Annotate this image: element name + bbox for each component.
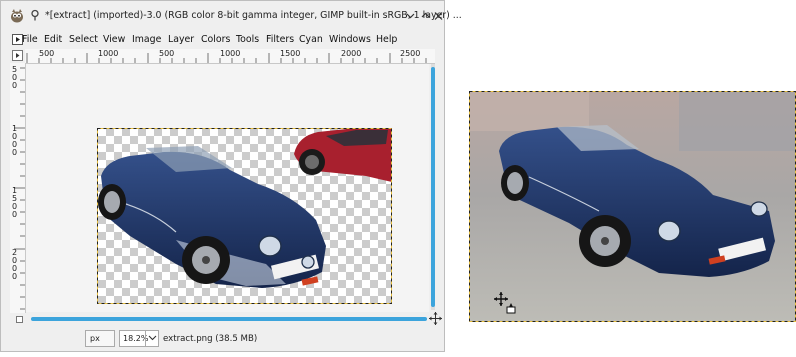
menu-image[interactable]: Image (132, 34, 161, 45)
menu-cyan[interactable]: Cyan (299, 34, 323, 45)
horizontal-scrollbar-thumb[interactable] (31, 317, 427, 321)
ruler-label: 0 (12, 81, 18, 90)
vertical-scrollbar-thumb[interactable] (431, 67, 435, 307)
menu-arrow-icon (16, 37, 20, 42)
menu-layer[interactable]: Layer (168, 34, 194, 45)
arrow-right-icon (16, 53, 20, 58)
title-bar[interactable]: *[extract] (imported)-3.0 (RGB color 8-b… (1, 1, 462, 31)
composite-preview-image (469, 91, 796, 322)
move-cursor-icon (494, 292, 516, 314)
ruler-label: 0 (12, 210, 18, 219)
menu-edit[interactable]: Edit (44, 34, 62, 45)
menu-filters[interactable]: Filters (266, 34, 294, 45)
window-title: *[extract] (imported)-3.0 (RGB color 8-b… (45, 10, 462, 21)
chevron-down-icon (148, 335, 157, 341)
horizontal-ruler[interactable]: 500 1000 500 1000 1500 2000 2500 (25, 49, 435, 64)
zoom-dropdown-button[interactable] (145, 330, 159, 347)
ruler-label: 2500 (400, 49, 421, 58)
ruler-label: 500 (159, 49, 175, 58)
ruler-label: 1500 (280, 49, 301, 58)
ruler-label: 0 (12, 148, 18, 157)
gimp-image-window: *[extract] (imported)-3.0 (RGB color 8-b… (0, 0, 462, 352)
menu-help[interactable]: Help (376, 34, 397, 45)
maximize-icon[interactable] (419, 9, 432, 22)
menu-windows[interactable]: Windows (329, 34, 371, 45)
preview-canvas (469, 91, 796, 322)
minimize-icon[interactable] (404, 9, 417, 22)
navigate-icon[interactable] (429, 312, 442, 325)
image-canvas[interactable] (26, 64, 429, 312)
quickmask-icon[interactable] (16, 316, 23, 323)
gimp-wilber-icon[interactable] (9, 8, 25, 24)
file-info: extract.png (38.5 MB) (163, 334, 258, 344)
ruler-label: 2000 (341, 49, 362, 58)
ruler-label: 1000 (98, 49, 119, 58)
unit-selector[interactable]: px (85, 330, 115, 347)
unit-value: px (90, 334, 100, 343)
menu-tools[interactable]: Tools (236, 34, 259, 45)
menu-bar: File Edit Select View Image Layer Colors… (1, 32, 444, 49)
ruler-label: 500 (39, 49, 55, 58)
layer-image (97, 128, 392, 304)
menu-view[interactable]: View (103, 34, 125, 45)
ruler-label: 0 (12, 272, 18, 281)
pin-icon[interactable] (29, 9, 41, 21)
menu-select[interactable]: Select (69, 34, 98, 45)
ruler-label: 1000 (220, 49, 241, 58)
menu-colors[interactable]: Colors (201, 34, 230, 45)
vertical-ruler[interactable]: 5 0 0 1 0 0 0 1 5 0 0 2 0 0 0 (10, 63, 26, 313)
toggle-quickmask-corner-button[interactable] (12, 50, 23, 61)
close-icon[interactable] (433, 9, 444, 22)
menu-file[interactable]: File (22, 34, 38, 45)
